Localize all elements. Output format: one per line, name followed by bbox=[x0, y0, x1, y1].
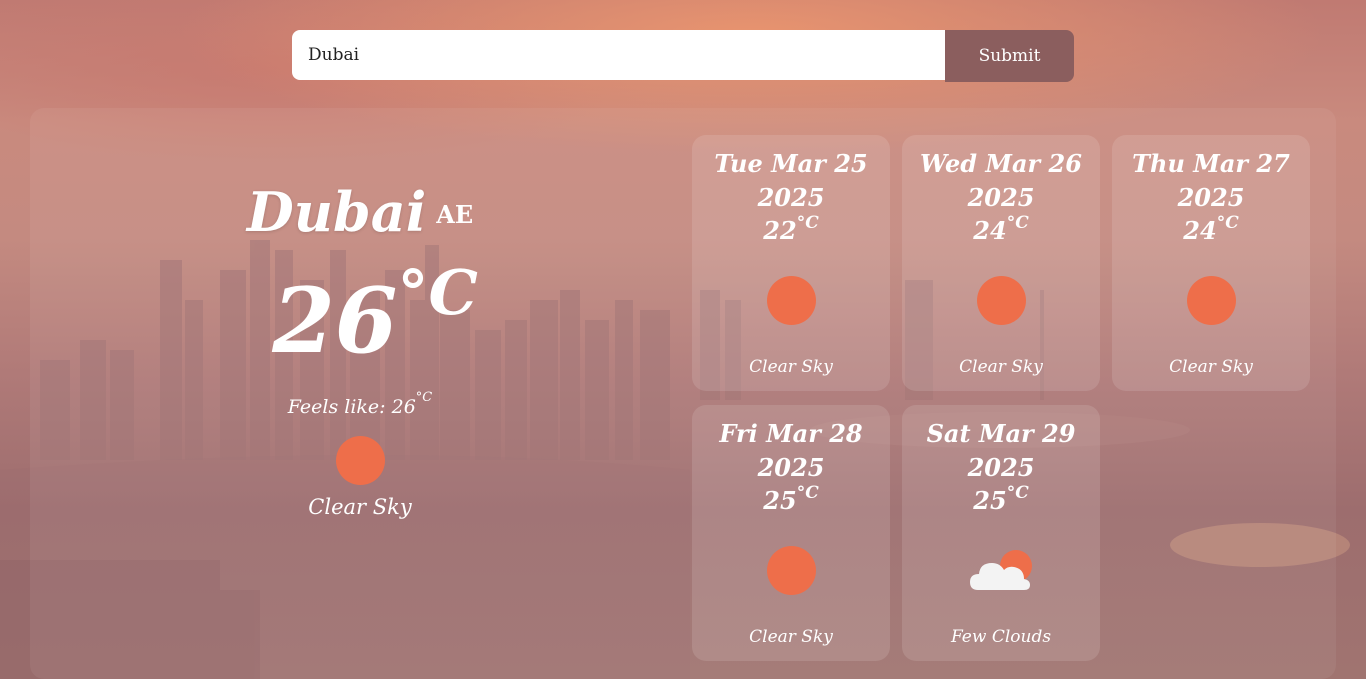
search-form: Submit bbox=[292, 30, 1074, 82]
feels-like: Feels like: 26 °C bbox=[200, 390, 520, 418]
forecast-card: Sat Mar 29 2025 25 °C Few Clouds bbox=[902, 405, 1100, 661]
forecast-temp-unit: °C bbox=[796, 213, 819, 234]
forecast-temp-unit: °C bbox=[1216, 213, 1239, 234]
forecast-temp: 25 °C bbox=[692, 483, 890, 518]
forecast-year: 2025 bbox=[1177, 182, 1245, 212]
forecast-date: Fri Mar 28 bbox=[719, 419, 863, 448]
sun-icon bbox=[976, 275, 1026, 325]
forecast-description: Clear Sky bbox=[1169, 356, 1253, 377]
feels-like-unit: °C bbox=[415, 390, 433, 405]
forecast-card: Fri Mar 28 2025 25 °C Clear Sky bbox=[692, 405, 890, 661]
forecast-temp-value: 24 bbox=[1183, 216, 1217, 246]
cloud-sun-icon bbox=[968, 546, 1034, 595]
forecast-description: Clear Sky bbox=[959, 356, 1043, 377]
current-temperature: 26 °C bbox=[230, 262, 520, 374]
current-weather: Dubai AE 26 °C Feels like: 26 °C Clear S… bbox=[200, 180, 520, 519]
city-name: Dubai bbox=[246, 180, 427, 244]
submit-button[interactable]: Submit bbox=[945, 30, 1074, 82]
forecast-description: Clear Sky bbox=[749, 626, 833, 647]
forecast-temp: 24 °C bbox=[1112, 213, 1310, 248]
forecast-temp-unit: °C bbox=[796, 483, 819, 504]
country-code: AE bbox=[436, 200, 474, 229]
forecast-date: Tue Mar 25 bbox=[714, 149, 868, 178]
forecast-date: Wed Mar 26 bbox=[920, 149, 1082, 178]
forecast-temp-unit: °C bbox=[1006, 213, 1029, 234]
forecast-date: Thu Mar 27 bbox=[1132, 149, 1290, 178]
location-row: Dubai AE bbox=[200, 180, 520, 244]
cloud-shape bbox=[970, 562, 1030, 590]
current-temp-value: 26 bbox=[272, 268, 398, 374]
forecast-temp-value: 24 bbox=[973, 216, 1007, 246]
sun-icon bbox=[1186, 275, 1236, 325]
forecast-card: Tue Mar 25 2025 22 °C Clear Sky bbox=[692, 135, 890, 391]
current-description: Clear Sky bbox=[308, 495, 412, 519]
forecast-temp-value: 25 bbox=[763, 486, 797, 516]
forecast-temp: 22 °C bbox=[692, 213, 890, 248]
sun-icon bbox=[766, 545, 816, 595]
forecast-card: Thu Mar 27 2025 24 °C Clear Sky bbox=[1112, 135, 1310, 391]
sun-icon bbox=[766, 275, 816, 325]
forecast-temp: 25 °C bbox=[902, 483, 1100, 518]
forecast-description: Few Clouds bbox=[950, 626, 1052, 647]
forecast-card: Wed Mar 26 2025 24 °C Clear Sky bbox=[902, 135, 1100, 391]
forecast-date: Sat Mar 29 bbox=[926, 419, 1076, 448]
forecast-year: 2025 bbox=[757, 452, 825, 482]
current-temp-unit: °C bbox=[397, 256, 478, 329]
forecast-temp-unit: °C bbox=[1006, 483, 1029, 504]
forecast-temp-value: 22 bbox=[763, 216, 797, 246]
forecast-temp-value: 25 bbox=[973, 486, 1007, 516]
forecast-year: 2025 bbox=[967, 452, 1035, 482]
city-search-input[interactable] bbox=[292, 30, 945, 80]
feels-like-label: Feels like: 26 bbox=[287, 396, 416, 418]
forecast-description: Clear Sky bbox=[749, 356, 833, 377]
forecast-year: 2025 bbox=[967, 182, 1035, 212]
forecast-year: 2025 bbox=[757, 182, 825, 212]
sun-icon bbox=[335, 436, 385, 485]
forecast-temp: 24 °C bbox=[902, 213, 1100, 248]
